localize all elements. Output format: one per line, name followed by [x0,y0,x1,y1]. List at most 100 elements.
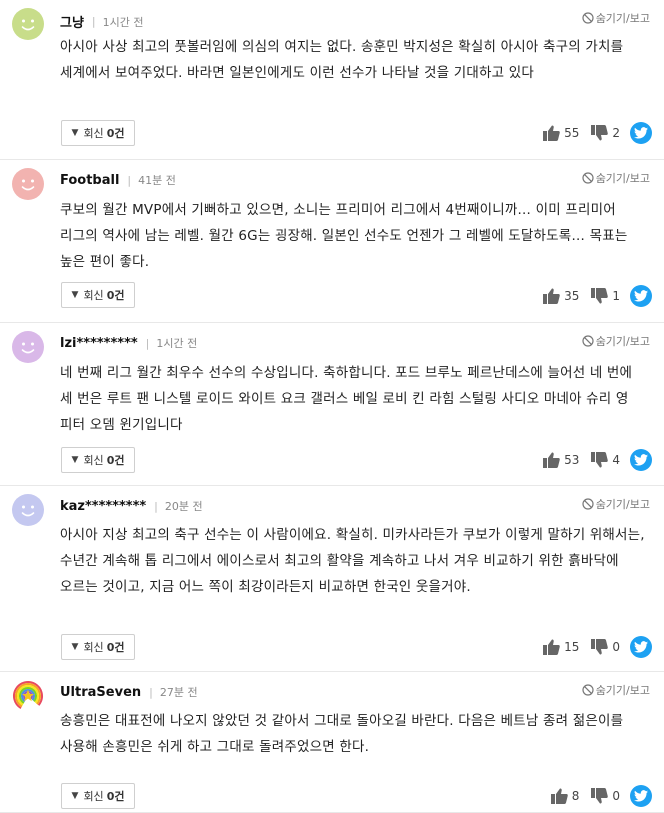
hide-report-button[interactable]: 숨기기/보고 [582,682,650,698]
like-count: 53 [564,453,580,467]
vote-bar: 35 1 [543,285,652,307]
comment-text: 쿠보의 월간 MVP에서 기뻐하고 있으면, 소니는 프리미어 리그에서 4번째… [60,202,628,270]
dislike-button[interactable]: 4 [591,452,620,468]
ban-icon [582,335,594,347]
comment-text: 네 번째 리그 월간 최우수 선수의 수상입니다. 축하합니다. 포드 브루노 … [60,365,633,433]
smiley-face-icon [12,8,44,40]
hide-report-button[interactable]: 숨기기/보고 [582,333,650,349]
author-name[interactable]: lzi********* [60,336,138,351]
author-name[interactable]: 그냥 [60,12,84,31]
twitter-bird-icon [634,641,648,653]
twitter-share-button[interactable] [630,285,652,307]
thumbs-up-icon [550,788,568,804]
comment-item: UltraSeven | 27분 전 숨기기/보고 송흥민은 대표전에 나오지 … [0,672,664,813]
like-count: 55 [564,126,580,140]
hide-report-label: 숨기기/보고 [595,172,650,185]
like-button[interactable]: 53 [543,452,579,468]
smiley-face-icon [12,494,44,526]
comment-list: 그냥 | 1시간 전 숨기기/보고 아시아 사상 최고의 풋볼러임에 의심의 여… [0,0,664,813]
header-divider: | [154,499,158,513]
like-count: 15 [564,640,580,654]
like-button[interactable]: 8 [550,788,580,804]
comment-item: Football | 41분 전 숨기기/보고 쿠보의 월간 MVP에서 기뻐하… [0,160,664,323]
avatar [12,331,44,363]
avatar [12,8,44,40]
reply-toggle-button[interactable]: ▼ 회신 0건 [61,634,135,660]
vote-bar: 15 0 [543,636,652,658]
dislike-button[interactable]: 0 [591,639,620,655]
twitter-share-button[interactable] [630,122,652,144]
comment-time: 1시간 전 [102,15,144,29]
header-divider: | [127,173,132,187]
twitter-share-button[interactable] [630,636,652,658]
reply-label: 회신 [83,127,104,140]
like-button[interactable]: 15 [543,639,579,655]
comment-header: 그냥 | 1시간 전 [60,12,144,31]
dislike-button[interactable]: 2 [591,125,620,141]
thumbs-down-icon [591,788,609,804]
vote-bar: 55 2 [543,122,652,144]
author-name[interactable]: kaz********* [60,499,146,514]
comment-time: 41분 전 [138,174,176,187]
author-name[interactable]: Football [60,173,119,188]
reply-count: 0건 [106,790,125,803]
comment-header: UltraSeven | 27분 전 [60,684,198,700]
twitter-share-button[interactable] [630,449,652,471]
hide-report-label: 숨기기/보고 [595,12,650,25]
reply-toggle-button[interactable]: ▼ 회신 0건 [61,783,135,809]
caret-down-icon: ▼ [71,791,79,801]
comment-text: 송흥민은 대표전에 나오지 않았던 것 같아서 그대로 돌아오길 바란다. 다음… [60,713,624,755]
thumbs-down-icon [591,452,609,468]
dislike-count: 4 [612,453,620,467]
dislike-button[interactable]: 1 [591,288,620,304]
twitter-share-button[interactable] [630,785,652,807]
thumbs-up-icon [543,288,560,304]
ban-icon [582,684,594,696]
twitter-bird-icon [634,790,648,802]
thumbs-down-icon [591,639,609,655]
header-divider: | [91,15,96,28]
reply-toggle-button[interactable]: ▼ 회신 0건 [61,120,135,146]
comment-text: 아시아 지상 최고의 축구 선수는 이 사람이에요. 확실히. 미카사라든가 쿠… [60,527,645,595]
like-button[interactable]: 35 [543,288,579,304]
reply-label: 회신 [83,454,104,467]
reply-label: 회신 [83,790,104,803]
dislike-count: 0 [612,640,620,654]
like-count: 35 [564,289,580,303]
vote-bar: 8 0 [550,785,652,807]
twitter-bird-icon [634,127,648,139]
like-count: 8 [571,789,580,803]
hide-report-button[interactable]: 숨기기/보고 [582,10,650,26]
dislike-button[interactable]: 0 [591,788,620,804]
comment-header: Football | 41분 전 [60,172,176,188]
like-button[interactable]: 55 [543,125,579,141]
caret-down-icon: ▼ [71,455,79,465]
hide-report-button[interactable]: 숨기기/보고 [582,170,650,186]
thumbs-up-icon [543,639,560,655]
header-divider: | [149,685,153,699]
thumbs-down-icon [591,288,609,304]
comment-item: kaz********* | 20분 전 숨기기/보고 아시아 지상 최고의 축… [0,486,664,672]
dislike-count: 0 [612,789,620,803]
hide-report-button[interactable]: 숨기기/보고 [582,496,650,512]
rainbow-star-avatar-icon [12,681,43,711]
reply-toggle-button[interactable]: ▼ 회신 0건 [61,282,135,308]
ban-icon [582,12,594,24]
ban-icon [582,172,594,184]
twitter-bird-icon [634,454,648,466]
reply-label: 회신 [83,641,104,654]
author-name[interactable]: UltraSeven [60,685,141,700]
reply-toggle-button[interactable]: ▼ 회신 0건 [61,447,135,473]
ban-icon [582,498,594,510]
reply-label: 회신 [83,289,104,302]
vote-bar: 53 4 [543,449,652,471]
thumbs-up-icon [543,452,560,468]
comment-time: 1시간 전 [156,337,198,350]
twitter-bird-icon [634,290,648,302]
avatar [12,168,44,200]
dislike-count: 1 [612,289,620,303]
header-divider: | [145,336,150,350]
comment-time: 20분 전 [164,500,203,513]
hide-report-label: 숨기기/보고 [595,684,650,697]
thumbs-up-icon [543,125,560,141]
